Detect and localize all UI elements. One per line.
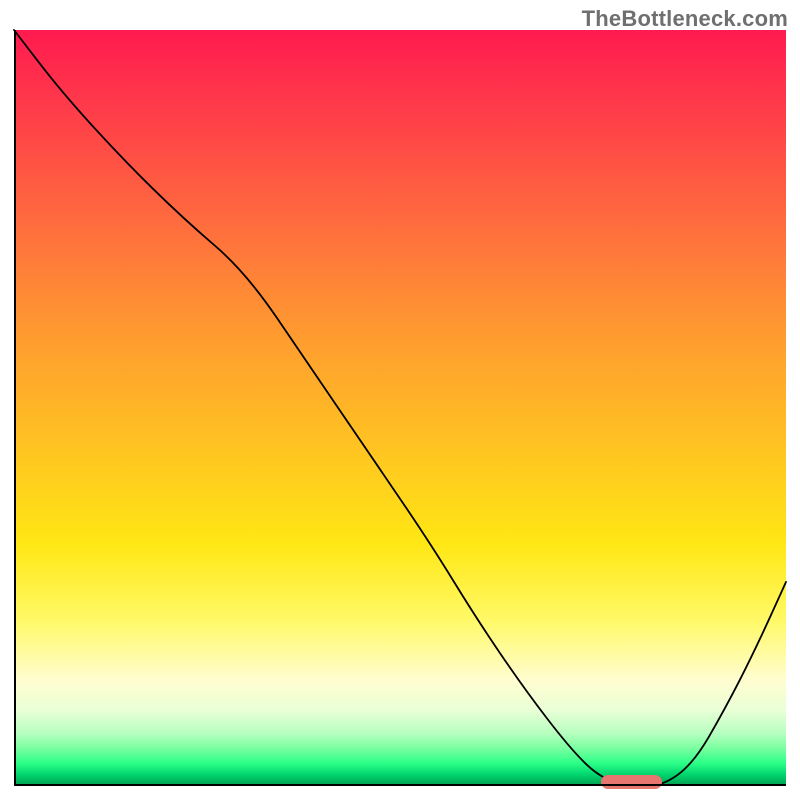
chart-stage: TheBottleneck.com (0, 0, 800, 800)
watermark-text: TheBottleneck.com (582, 6, 788, 32)
plot-area (14, 30, 786, 786)
bottleneck-curve (14, 30, 786, 786)
optimal-range-marker (601, 775, 663, 789)
